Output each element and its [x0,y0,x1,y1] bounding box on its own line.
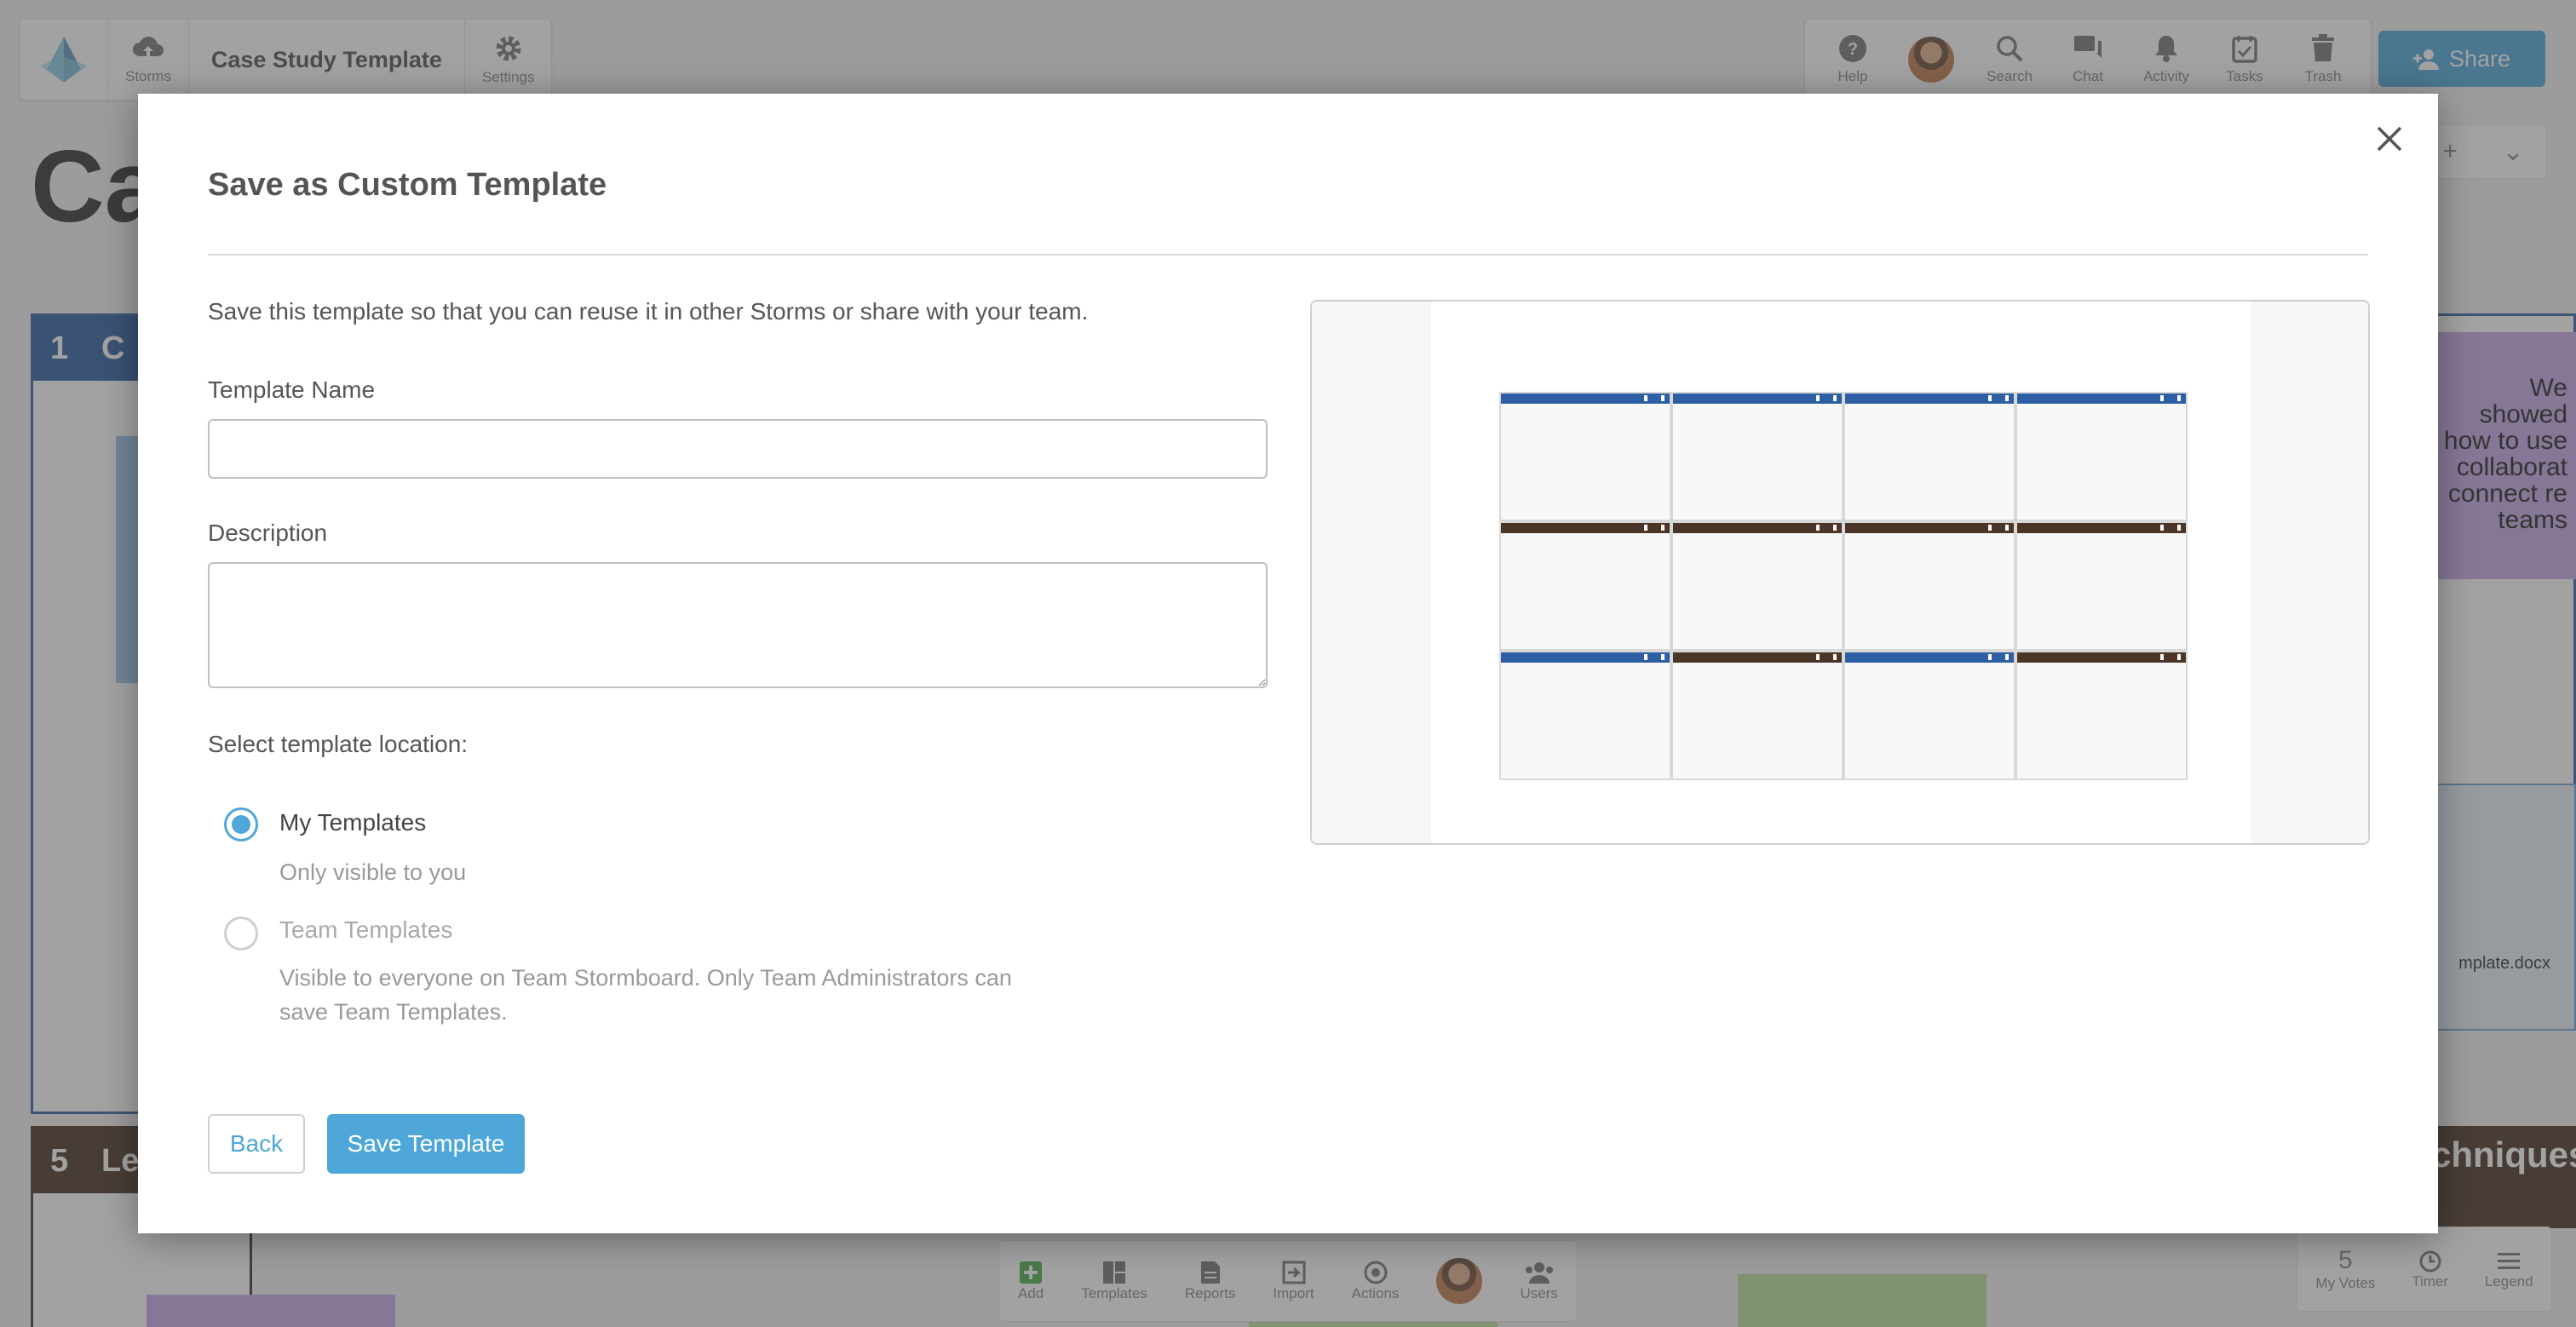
preview-section-header [2017,394,2186,404]
team-templates-label[interactable]: Team Templates [279,916,452,944]
preview-section-header [1845,523,2014,533]
preview-section-header [1845,394,2014,404]
preview-section-header [2017,652,2186,663]
preview-grid [1499,392,2188,780]
preview-canvas [1431,302,2251,843]
team-templates-radio[interactable] [224,916,258,951]
back-button[interactable]: Back [208,1114,305,1174]
preview-section [2015,651,2188,780]
preview-section [2015,392,2188,521]
dialog-title: Save as Custom Template [208,167,607,203]
preview-section-header [1673,394,1842,404]
preview-section-header [1501,523,1670,533]
preview-section-header [2017,523,2186,533]
template-name-label: Template Name [208,376,376,403]
team-templates-description: Visible to everyone on Team Stormboard. … [279,965,1012,1025]
description-label: Description [208,520,328,546]
preview-section [1671,651,1843,780]
my-templates-description: Only visible to you [279,859,467,885]
save-template-dialog: Save as Custom Template Save this templa… [138,94,2438,1233]
preview-section [1671,521,1843,651]
preview-section [1499,651,1671,780]
description-textarea[interactable] [208,562,1268,688]
location-label: Select template location: [208,731,469,757]
save-template-button[interactable]: Save Template [327,1114,525,1174]
my-templates-radio[interactable] [224,807,258,842]
preview-section [2015,521,2188,651]
my-templates-label[interactable]: My Templates [279,809,426,836]
template-preview [1310,300,2370,845]
preview-section-header [1845,652,2014,663]
preview-section [1843,521,2015,651]
preview-section [1843,392,2015,521]
template-name-input[interactable] [208,419,1268,479]
preview-section [1499,521,1671,651]
preview-section [1843,651,2015,780]
preview-section-header [1673,523,1842,533]
preview-section [1499,392,1671,521]
dialog-intro: Save this template so that you can reuse… [208,298,1089,325]
close-icon [2377,126,2402,152]
preview-section-header [1673,652,1842,663]
close-button[interactable] [2370,119,2409,158]
preview-section-header [1501,652,1670,663]
preview-section [1671,392,1843,521]
divider [208,254,2368,256]
preview-section-header [1501,394,1670,404]
